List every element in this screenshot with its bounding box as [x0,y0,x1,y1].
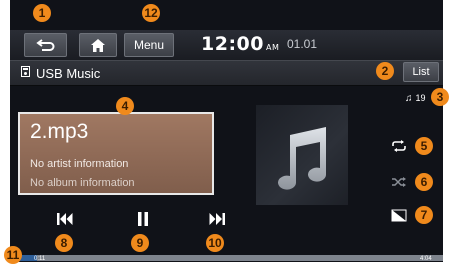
progress-bar[interactable] [18,255,443,261]
callout-1: 1 [33,4,51,22]
callout-3: 3 [431,88,449,106]
track-count-value: 19 [415,93,426,103]
clock: 12:00 AM [201,33,279,55]
artist-name: No artist information [30,158,129,170]
callout-4: 4 [116,97,134,115]
callout-12: 12 [142,4,160,22]
track-count: ♫ 19 [405,93,426,104]
file-name: 2.mp3 [30,120,89,143]
back-button[interactable] [24,33,67,57]
previous-track-button[interactable] [52,208,78,230]
clock-time: 12:00 [201,33,264,55]
menu-button[interactable]: Menu [124,33,174,57]
album-art-toggle-icon [391,209,407,221]
elapsed-time: 0:11 [34,256,46,262]
repeat-button[interactable] [390,137,408,155]
home-icon [91,38,105,52]
album-name: No album information [30,177,135,189]
total-time: 4:04 [420,256,432,262]
list-button[interactable]: List [403,62,439,82]
callout-7: 7 [415,206,433,224]
callout-6: 6 [415,173,433,191]
callout-10: 10 [206,234,224,252]
music-note-art-icon [278,127,326,190]
callout-11: 11 [4,246,22,264]
music-note-icon: ♫ [405,93,413,104]
shuffle-icon [392,177,406,187]
callout-5: 5 [415,137,433,155]
track-info-box[interactable]: 2.mp3 No artist information No album inf… [18,112,214,195]
callout-8: 8 [55,234,73,252]
shuffle-button[interactable] [390,173,408,191]
callout-9: 9 [131,234,149,252]
clock-ampm: AM [265,43,280,52]
back-icon [35,39,54,51]
home-button[interactable] [79,33,117,57]
skip-back-icon [57,213,73,225]
pause-icon [138,212,148,226]
skip-forward-icon [209,213,225,225]
date: 01.01 [287,37,318,51]
next-track-button[interactable] [204,208,230,230]
source-title: USB Music [36,66,101,81]
usb-music-icon [21,66,30,77]
album-art [256,105,348,205]
callout-2: 2 [376,62,394,80]
repeat-icon [392,140,406,152]
visualizer-toggle-button[interactable] [390,206,408,224]
pause-button[interactable] [130,208,156,230]
